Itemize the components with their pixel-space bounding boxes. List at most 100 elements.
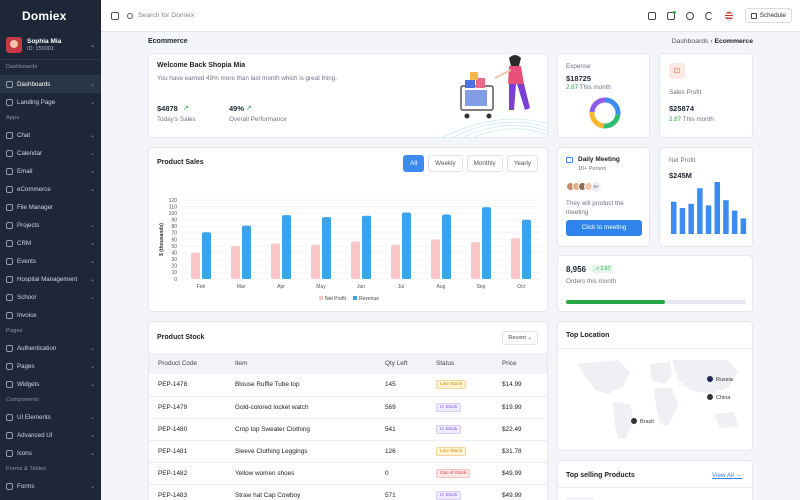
table-row[interactable]: PEP-1480 Crop top Sweater Clothing 541 In S… bbox=[149, 418, 547, 441]
bar-revenue bbox=[322, 217, 331, 279]
tab-weekly[interactable]: Weekly bbox=[428, 155, 463, 172]
breadcrumb-current: Ecommerce bbox=[714, 38, 753, 45]
net-profit-bar bbox=[697, 188, 703, 234]
status-badge: Out of Stock bbox=[436, 468, 471, 478]
sales-label: Today's Sales bbox=[157, 116, 196, 123]
sidebar-item-label: Invoice bbox=[17, 311, 37, 319]
product-sales-chart: 0102030405060708090100110120 $ (thousands… bbox=[159, 198, 541, 302]
x-tick-label: Feb bbox=[197, 284, 206, 290]
ecommerce-icon bbox=[6, 185, 13, 193]
sales-profit-period: This month bbox=[682, 116, 714, 123]
cart-icon[interactable] bbox=[666, 10, 676, 20]
sidebar-item-label: Projects bbox=[17, 221, 40, 229]
net-profit-bar bbox=[740, 218, 747, 234]
table-row[interactable]: PEP-1482 Yellow women shoes 0 Out of Stock $… bbox=[149, 462, 547, 485]
sidebar-item-file-manager[interactable]: File Manager bbox=[0, 198, 101, 216]
sidebar-item-icons[interactable]: Icons ⌄ bbox=[0, 444, 101, 462]
legend-swatch bbox=[353, 296, 357, 300]
col-item[interactable]: Item bbox=[226, 353, 376, 374]
y-tick-label: 100 bbox=[169, 211, 178, 217]
y-tick-label: 120 bbox=[169, 198, 178, 204]
click-to-meeting-button[interactable]: Click to meeting bbox=[566, 220, 642, 236]
breadcrumb-parent[interactable]: Dashboards bbox=[672, 38, 709, 45]
legend-swatch bbox=[319, 296, 323, 300]
table-row[interactable]: PEP-1478 Blouse Ruffle Tube top 145 Low Sto… bbox=[149, 374, 547, 397]
marker-brazil: Brazil bbox=[640, 419, 654, 425]
apps-grid-icon[interactable] bbox=[647, 11, 656, 20]
language-flag-icon[interactable] bbox=[723, 10, 734, 21]
sidebar-item-label: Events bbox=[17, 257, 36, 265]
user-id: ID: 150001 bbox=[27, 45, 54, 52]
sidebar-item-projects[interactable]: Projects ⌄ bbox=[0, 216, 101, 234]
bar-revenue bbox=[242, 225, 251, 279]
user-profile[interactable]: Sophia Mia ID: 150001 ⌄ bbox=[0, 32, 101, 60]
expense-value: $18725 bbox=[566, 74, 592, 83]
chevron-down-icon: ⌄ bbox=[89, 414, 95, 421]
price-cell: $31.78 bbox=[493, 440, 547, 463]
sidebar-item-landing-page[interactable]: Landing Page ⌄ bbox=[0, 93, 101, 111]
qty-cell: 145 bbox=[376, 374, 427, 397]
sidebar-item-forms[interactable]: Forms ⌄ bbox=[0, 477, 101, 495]
sidebar-item-ui-elements[interactable]: UI Elements ⌄ bbox=[0, 408, 101, 426]
menu-toggle-icon[interactable] bbox=[111, 11, 119, 20]
sidebar-item-label: Advanced UI bbox=[17, 431, 53, 439]
app-logo[interactable]: Domiex bbox=[0, 0, 101, 32]
sidebar-item-hospital-management[interactable]: Hospital Management ⌄ bbox=[0, 270, 101, 288]
sidebar-item-calendar[interactable]: Calendar ⌄ bbox=[0, 144, 101, 162]
qty-cell: 569 bbox=[376, 396, 427, 419]
sidebar-item-ecommerce[interactable]: eCommerce ⌄ bbox=[0, 180, 101, 198]
sidebar-item-widgets[interactable]: Widgets ⌄ bbox=[0, 375, 101, 393]
chevron-down-icon: ⌄ bbox=[527, 335, 532, 341]
sidebar-item-invoice[interactable]: Invoice bbox=[0, 306, 101, 324]
recent-filter-dropdown[interactable]: Recent ⌄ bbox=[502, 331, 538, 345]
tab-all[interactable]: All bbox=[403, 155, 425, 172]
net-profit-chart bbox=[671, 182, 747, 234]
col-qty-left[interactable]: Qty Left bbox=[376, 353, 427, 374]
chevron-down-icon: ⌄ bbox=[89, 42, 95, 49]
legend-label: Net Profit bbox=[325, 296, 346, 302]
tab-yearly[interactable]: Yearly bbox=[506, 155, 538, 172]
chat-icon bbox=[6, 131, 13, 139]
table-row[interactable]: PEP-1483 Straw hat Cap Cowboy 571 In Stock $… bbox=[149, 484, 547, 500]
sidebar-item-email[interactable]: Email ⌄ bbox=[0, 162, 101, 180]
qty-cell: 0 bbox=[376, 462, 427, 485]
y-tick-label: 50 bbox=[171, 244, 177, 250]
col-status[interactable]: Status bbox=[427, 353, 493, 374]
search-box[interactable]: Search for Domiex bbox=[127, 12, 194, 19]
sidebar-item-advanced-ui[interactable]: Advanced UI ⌄ bbox=[0, 426, 101, 444]
view-all-link[interactable]: View All → bbox=[712, 472, 742, 479]
tab-monthly[interactable]: Monthly bbox=[466, 155, 503, 172]
col-product-code[interactable]: Product Code bbox=[149, 353, 226, 374]
bar-revenue bbox=[402, 212, 411, 279]
sales-profit-card: ⊡ Sales Profit $25874 2.87 This month bbox=[659, 53, 753, 138]
sidebar-item-pages[interactable]: Pages ⌄ bbox=[0, 357, 101, 375]
col-price[interactable]: Price bbox=[493, 353, 547, 374]
marker-russia: Russia bbox=[716, 377, 734, 383]
sidebar-item-chat[interactable]: Chat ⌄ bbox=[0, 126, 101, 144]
performance-label: Overall Performance bbox=[229, 116, 287, 123]
settings-icon[interactable] bbox=[685, 11, 694, 20]
search-input[interactable]: Search for Domiex bbox=[138, 12, 194, 19]
sidebar-item-school[interactable]: School ⌄ bbox=[0, 288, 101, 306]
table-row[interactable]: PEP-1481 Sleeve Clothing Leggings 126 Low S… bbox=[149, 440, 547, 463]
sidebar-item-editors[interactable]: Editors⌄ bbox=[0, 495, 101, 500]
sidebar-item-authentication[interactable]: Authentication ⌄ bbox=[0, 339, 101, 357]
sidebar-item-label: Chat bbox=[17, 131, 31, 139]
sidebar-item-label: Widgets bbox=[17, 380, 40, 388]
net-profit-bar bbox=[731, 210, 738, 234]
table-row[interactable]: PEP-1479 Gold-colored locket watch 569 In S… bbox=[149, 396, 547, 419]
schedule-button[interactable]: Schedule bbox=[744, 8, 792, 23]
sidebar-item-crm[interactable]: CRM ⌄ bbox=[0, 234, 101, 252]
sales-profit-change: 2.87 bbox=[669, 116, 682, 123]
dashboards-icon bbox=[6, 80, 13, 88]
bar-net-profit bbox=[471, 242, 480, 279]
moon-icon[interactable] bbox=[704, 11, 713, 20]
x-tick-label: May bbox=[316, 284, 326, 290]
authentication-icon bbox=[6, 344, 13, 352]
orders-progress-fill bbox=[566, 300, 665, 304]
sidebar-item-events[interactable]: Events ⌄ bbox=[0, 252, 101, 270]
chevron-down-icon: ⌄ bbox=[89, 450, 95, 457]
sidebar-item-dashboards[interactable]: Dashboards ⌄ bbox=[0, 75, 101, 93]
schedule-label: Schedule bbox=[759, 12, 786, 19]
qty-cell: 541 bbox=[376, 418, 427, 441]
